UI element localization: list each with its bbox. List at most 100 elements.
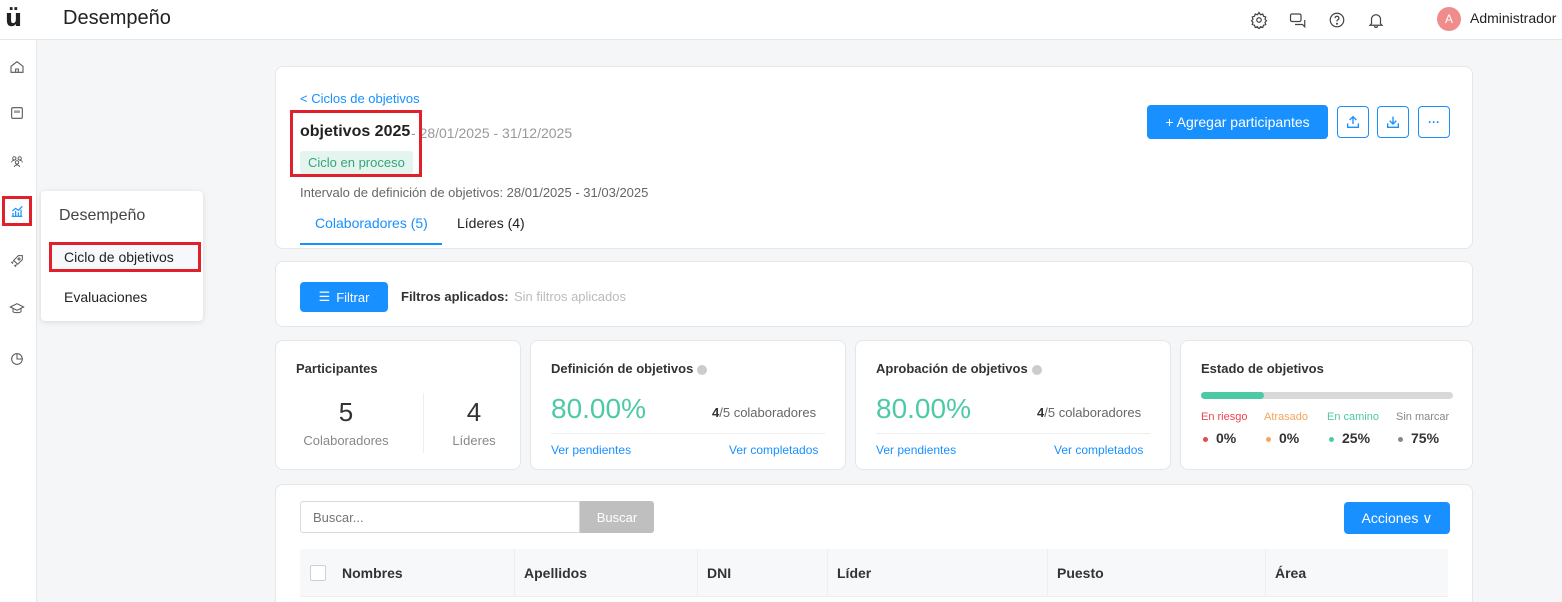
- aprobacion-card: Aprobación de objetivos 80.00% 4/5 colab…: [855, 340, 1171, 470]
- menu-item-ciclo-de-objetivos[interactable]: Ciclo de objetivos: [49, 242, 201, 272]
- bell-icon[interactable]: [1364, 8, 1388, 32]
- back-link[interactable]: < Ciclos de objetivos: [300, 91, 420, 106]
- column-header-dni[interactable]: DNI: [707, 565, 731, 581]
- menu-item-evaluaciones[interactable]: Evaluaciones: [49, 282, 201, 312]
- graduation-cap-icon[interactable]: [2, 294, 32, 324]
- info-icon[interactable]: [697, 364, 708, 375]
- legend-atrasado-label: Atrasado: [1264, 411, 1309, 423]
- actions-button[interactable]: Acciones ∨: [1344, 502, 1450, 534]
- divider: [551, 433, 825, 434]
- tab-colaboradores[interactable]: Colaboradores (5): [315, 215, 428, 231]
- rocket-icon[interactable]: [2, 246, 32, 276]
- legend-en-riesgo-label: En riesgo: [1201, 411, 1248, 423]
- legend-dot: [1203, 436, 1208, 442]
- avatar[interactable]: A: [1437, 7, 1461, 31]
- legend-atrasado-value: 0%: [1266, 430, 1299, 446]
- column-separator: [1265, 549, 1266, 597]
- search-input[interactable]: [300, 501, 580, 533]
- upload-button[interactable]: [1337, 106, 1369, 138]
- definicion-pending-link[interactable]: Ver pendientes: [551, 443, 631, 457]
- legend-value-text: 0%: [1279, 430, 1300, 446]
- lideres-label: Líderes: [452, 433, 496, 448]
- table-header: Nombres Apellidos DNI Líder Puesto Área: [300, 549, 1448, 597]
- filter-icon: ☰: [318, 289, 331, 304]
- cycle-dates: - 28/01/2025 - 31/12/2025: [411, 125, 573, 141]
- tab-lideres[interactable]: Líderes (4): [457, 215, 525, 231]
- legend-sin-marcar-label: Sin marcar: [1396, 411, 1450, 423]
- definition-interval: Intervalo de definición de objetivos: 28…: [300, 185, 649, 200]
- pie-chart-icon[interactable]: [2, 344, 32, 374]
- legend-value-text: 25%: [1342, 430, 1371, 446]
- divider: [876, 433, 1150, 434]
- aprobacion-title: Aprobación de objetivos: [876, 361, 1042, 376]
- filter-button[interactable]: ☰ Filtrar: [300, 282, 388, 312]
- column-header-puesto[interactable]: Puesto: [1057, 565, 1104, 581]
- legend-dot: [1266, 436, 1271, 442]
- legend-dot: [1398, 436, 1403, 442]
- aprobacion-ratio-rest: /5 colaboradores: [1044, 405, 1142, 420]
- column-header-area[interactable]: Área: [1275, 565, 1306, 581]
- legend-value-text: 0%: [1216, 430, 1237, 446]
- definicion-percent: 80.00%: [551, 393, 646, 424]
- people-icon[interactable]: [2, 146, 32, 176]
- legend-en-camino-value: 25%: [1329, 430, 1370, 446]
- chat-icon[interactable]: [1286, 8, 1310, 32]
- side-rail: [0, 40, 37, 602]
- estado-card: Estado de objetivos En riesgo Atrasado E…: [1180, 340, 1473, 470]
- legend-en-riesgo-value: 0%: [1203, 430, 1236, 446]
- aprobacion-pending-link[interactable]: Ver pendientes: [876, 443, 956, 457]
- definicion-card: Definición de objetivos 80.00% 4/5 colab…: [530, 340, 846, 470]
- upload-icon: [1347, 115, 1359, 128]
- gear-icon[interactable]: [1247, 8, 1271, 32]
- column-separator: [514, 549, 515, 597]
- active-tab-indicator: [300, 243, 442, 245]
- more-options-button[interactable]: ···: [1418, 106, 1450, 138]
- legend-sin-marcar-value: 75%: [1398, 430, 1439, 446]
- column-separator: [697, 549, 698, 597]
- definicion-title: Definición de objetivos: [551, 361, 708, 376]
- cycle-header-card: < Ciclos de objetivos objetivos 2025 - 2…: [275, 66, 1473, 249]
- vertical-divider: [423, 393, 424, 453]
- column-separator: [827, 549, 828, 597]
- performance-chart-icon[interactable]: [2, 196, 32, 226]
- column-header-apellidos[interactable]: Apellidos: [524, 565, 587, 581]
- aprobacion-ratio: 4/5 colaboradores: [1037, 405, 1141, 420]
- top-icons: [1232, 8, 1432, 32]
- participants-card: Participantes 5 Colaboradores 4 Líderes: [275, 340, 521, 470]
- add-participants-button[interactable]: + Agregar participantes: [1147, 105, 1328, 139]
- column-separator: [1047, 549, 1048, 597]
- page-title: Desempeño: [63, 7, 171, 29]
- download-button[interactable]: [1377, 106, 1409, 138]
- user-name[interactable]: Administrador: [1470, 10, 1556, 26]
- legend-dot: [1329, 436, 1334, 442]
- estado-progress-bar: [1201, 392, 1453, 399]
- definicion-ratio: 4/5 colaboradores: [712, 405, 816, 420]
- estado-title: Estado de objetivos: [1201, 361, 1324, 376]
- participants-table-card: Buscar Acciones ∨ Nombres Apellidos DNI …: [275, 484, 1473, 602]
- app-logo[interactable]: ü: [5, 4, 22, 32]
- top-bar: ü Desempeño A Administrador: [0, 0, 1562, 40]
- legend-en-camino-label: En camino: [1327, 411, 1379, 423]
- filter-button-label: Filtrar: [336, 289, 370, 305]
- home-icon[interactable]: [2, 52, 32, 82]
- legend-value-text: 75%: [1411, 430, 1440, 446]
- help-icon[interactable]: [1325, 8, 1349, 32]
- search-button[interactable]: Buscar: [580, 501, 654, 533]
- filter-card: ☰ Filtrar Filtros aplicados: Sin filtros…: [275, 261, 1473, 327]
- lideres-count: 4: [466, 397, 482, 427]
- calendar-icon[interactable]: [2, 98, 32, 128]
- definicion-ratio-rest: /5 colaboradores: [719, 405, 817, 420]
- column-header-lider[interactable]: Líder: [837, 565, 871, 581]
- info-icon[interactable]: [1031, 364, 1042, 375]
- column-header-nombres[interactable]: Nombres: [342, 565, 403, 581]
- colaboradores-label: Colaboradores: [303, 433, 389, 448]
- aprobacion-completed-link[interactable]: Ver completados: [1054, 443, 1143, 457]
- highlight-box: [290, 110, 422, 177]
- flyout-title: Desempeño: [59, 207, 146, 224]
- select-all-checkbox[interactable]: [310, 565, 326, 581]
- download-icon: [1387, 116, 1399, 128]
- definicion-completed-link[interactable]: Ver completados: [729, 443, 818, 457]
- desempeno-flyout-menu: Desempeño Ciclo de objetivos Evaluacione…: [41, 191, 203, 321]
- participants-title: Participantes: [296, 361, 378, 376]
- colaboradores-count: 5: [338, 397, 354, 427]
